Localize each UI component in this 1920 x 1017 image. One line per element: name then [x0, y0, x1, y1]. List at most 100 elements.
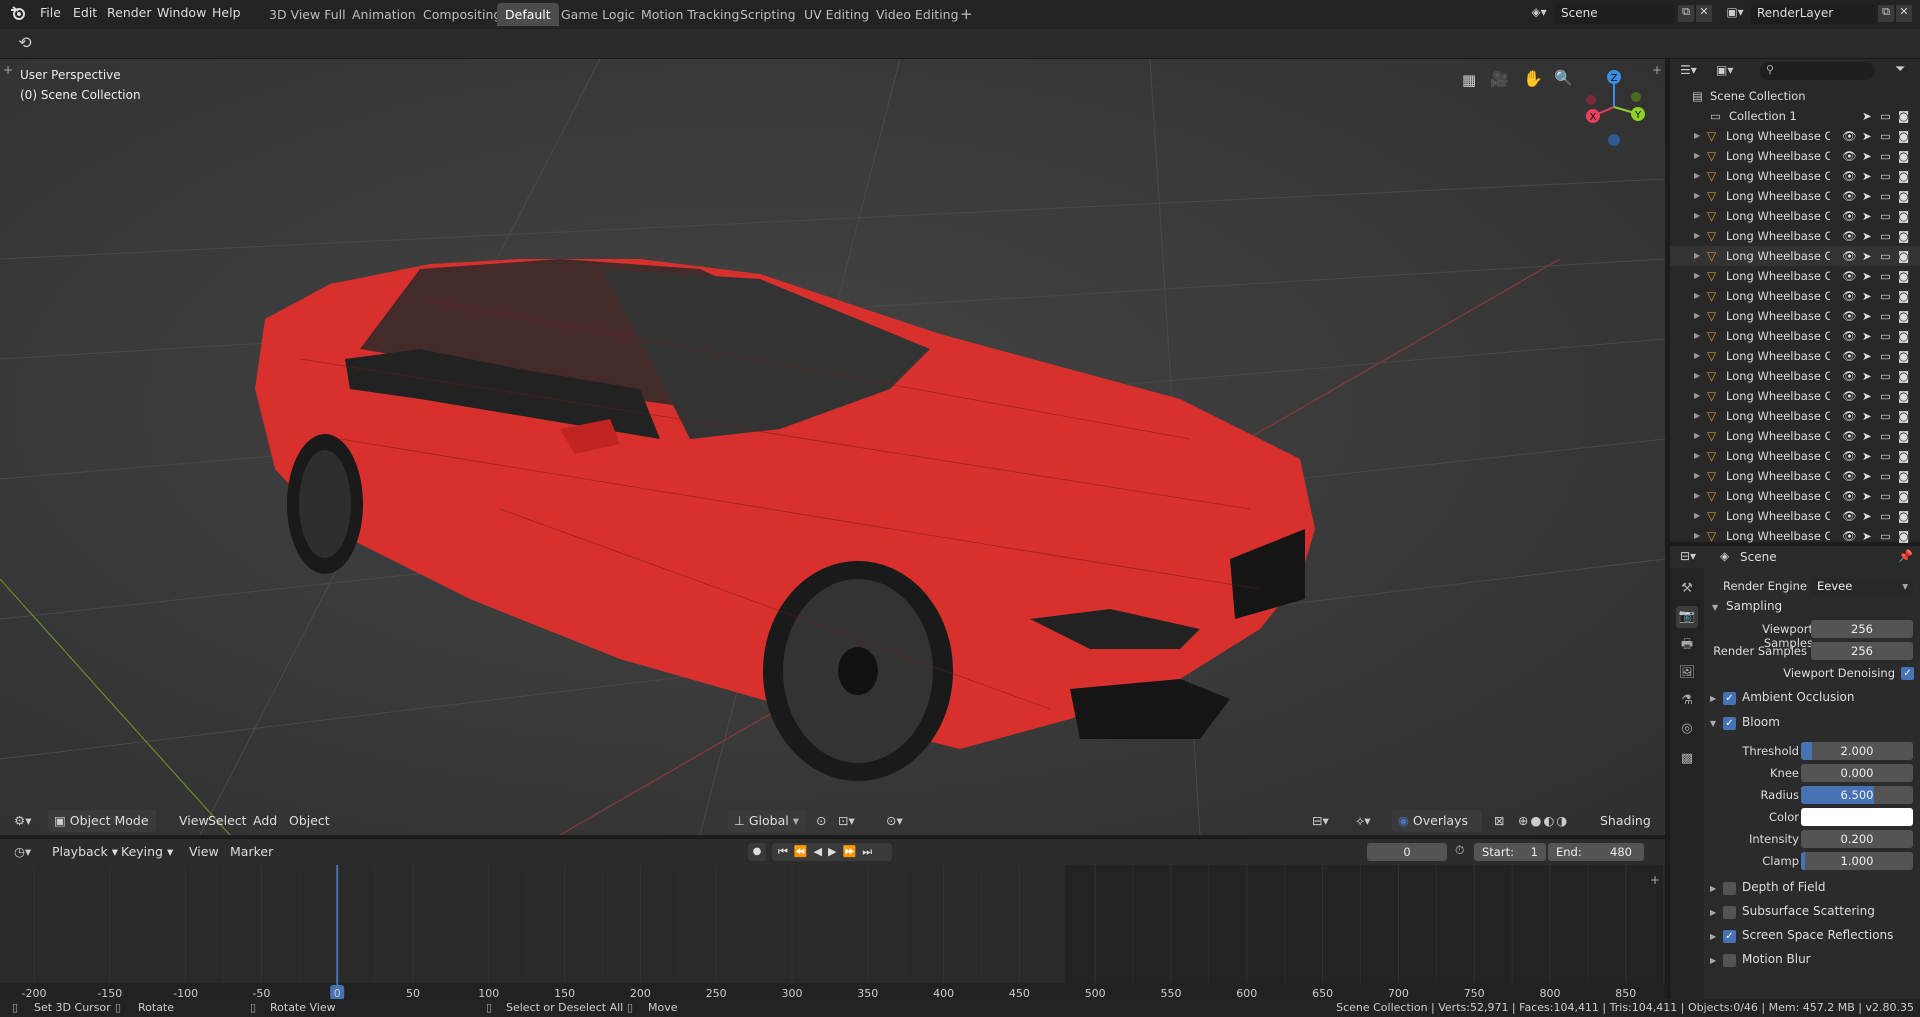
monitor-icon[interactable]: ▭ — [1880, 206, 1891, 226]
select-arrow-icon[interactable]: ➤ — [1862, 426, 1872, 446]
sampling-expand-icon[interactable]: ▼ — [1712, 603, 1718, 612]
motion-blur-header[interactable]: Motion Blur — [1742, 952, 1811, 966]
eye-icon[interactable]: 👁 — [1842, 506, 1857, 526]
viewport-edge-plus-icon[interactable]: + — [1652, 63, 1662, 77]
select-arrow-icon[interactable]: ➤ — [1862, 206, 1872, 226]
expand-arrow-icon[interactable]: ▶ — [1694, 226, 1700, 246]
select-arrow-icon[interactable]: ➤ — [1862, 286, 1872, 306]
camera-icon[interactable]: ◙ — [1898, 226, 1909, 246]
outliner-row-object[interactable]: ▶▽Long Wheelbase Car👁➤▭◙ — [1670, 366, 1920, 386]
subsurface-checkbox[interactable] — [1723, 906, 1736, 919]
outliner-row-object[interactable]: ▶▽Long Wheelbase Car👁➤▭◙ — [1670, 226, 1920, 246]
monitor-icon[interactable]: ▭ — [1880, 446, 1891, 466]
outliner-row-object[interactable]: ▶▽Long Wheelbase Car👁➤▭◙ — [1670, 146, 1920, 166]
camera-icon[interactable]: ◙ — [1898, 386, 1909, 406]
3d-viewport[interactable]: User Perspective (0) Scene Collection ▦ … — [0, 59, 1665, 835]
eye-icon[interactable]: 👁 — [1842, 486, 1857, 506]
camera-icon[interactable]: ◙ — [1898, 446, 1909, 466]
select-arrow-icon[interactable]: ➤ — [1862, 346, 1872, 366]
shading-menu[interactable]: Shading ▾ — [1594, 810, 1665, 850]
expand-arrow-icon[interactable]: ▶ — [1694, 366, 1700, 386]
camera-icon[interactable]: ◙ — [1898, 106, 1909, 126]
bloom-header[interactable]: Bloom — [1742, 715, 1780, 729]
camera-icon[interactable]: ◙ — [1898, 306, 1909, 326]
eye-icon[interactable]: 👁 — [1842, 526, 1857, 546]
outliner-display-mode-icon[interactable]: ☰▾ — [1680, 63, 1697, 77]
eye-icon[interactable]: 👁 — [1842, 326, 1857, 346]
camera-icon[interactable]: ◙ — [1898, 526, 1909, 546]
view-layer-tab-icon[interactable]: 🖼 — [1676, 662, 1698, 684]
select-arrow-icon[interactable]: ➤ — [1862, 226, 1872, 246]
menu-object[interactable]: Object — [283, 810, 336, 832]
expand-arrow-icon[interactable]: ▶ — [1694, 506, 1700, 526]
menu-marker[interactable]: Marker — [224, 841, 279, 863]
eye-icon[interactable]: 👁 — [1842, 226, 1857, 246]
camera-icon[interactable]: ◙ — [1898, 326, 1909, 346]
render-layer-field[interactable]: RenderLayer — [1751, 4, 1876, 24]
camera-icon[interactable]: ◙ — [1898, 126, 1909, 146]
monitor-icon[interactable]: ▭ — [1880, 506, 1891, 526]
bloom-expand-icon[interactable]: ▼ — [1710, 719, 1716, 728]
expand-arrow-icon[interactable]: ▶ — [1694, 306, 1700, 326]
menu-render[interactable]: Render — [107, 5, 152, 20]
snap-icon[interactable]: ⊡▾ — [832, 810, 861, 832]
ssr-checkbox[interactable]: ✓ — [1723, 930, 1736, 943]
texture-tab-icon[interactable]: ▩ — [1676, 748, 1698, 770]
menu-edit[interactable]: Edit — [73, 5, 97, 20]
expand-arrow-icon[interactable]: ▶ — [1694, 146, 1700, 166]
timeline-area[interactable]: -200 -150 -100 -50 0 50 100 150 200 250 300 350 400 4… — [0, 865, 1665, 1002]
menu-timeline-view[interactable]: View — [183, 841, 225, 863]
orientation-selector[interactable]: ⊥ Global ▾ — [728, 810, 806, 832]
outliner-row-scene-collection[interactable]: ▤ Scene Collection — [1670, 86, 1920, 106]
select-arrow-icon[interactable]: ➤ — [1862, 246, 1872, 266]
tab-motion-tracking[interactable]: Motion Tracking — [633, 3, 747, 26]
outliner-row-object[interactable]: ▶▽Long Wheelbase Car👁➤▭◙ — [1670, 266, 1920, 286]
viewport-denoising-checkbox[interactable]: ✓ — [1901, 667, 1914, 680]
select-arrow-icon[interactable]: ➤ — [1862, 526, 1872, 546]
transform-tool-icon[interactable]: ⟲ — [13, 33, 37, 55]
select-arrow-icon[interactable]: ➤ — [1862, 266, 1872, 286]
monitor-icon[interactable]: ▭ — [1880, 326, 1891, 346]
camera-icon[interactable]: ◙ — [1898, 406, 1909, 426]
outliner-row-object[interactable]: ▶▽Long Wheelbase Car👁➤▭◙ — [1670, 126, 1920, 146]
camera-icon[interactable]: ◙ — [1898, 426, 1909, 446]
render-layer-icon[interactable]: ▣▾ — [1722, 5, 1748, 19]
expand-arrow-icon[interactable]: ▶ — [1694, 406, 1700, 426]
monitor-icon[interactable]: ▭ — [1880, 106, 1891, 126]
expand-arrow-icon[interactable]: ▶ — [1694, 426, 1700, 446]
eye-icon[interactable]: 👁 — [1842, 386, 1857, 406]
scene-icon[interactable]: ◈▾ — [1526, 5, 1552, 19]
render-tab-icon[interactable]: 📷 — [1676, 606, 1698, 628]
expand-arrow-icon[interactable]: ▶ — [1694, 286, 1700, 306]
proportional-edit-icon[interactable]: ⊙▾ — [880, 810, 909, 832]
blender-logo-icon[interactable] — [8, 4, 28, 24]
eye-icon[interactable]: 👁 — [1842, 126, 1857, 146]
monitor-icon[interactable]: ▭ — [1880, 166, 1891, 186]
output-tab-icon[interactable]: 🖶 — [1676, 634, 1698, 656]
select-arrow-icon[interactable]: ➤ — [1862, 386, 1872, 406]
outliner-row-object[interactable]: ▶▽Long Wheelbase Car👁➤▭◙ — [1670, 206, 1920, 226]
monitor-icon[interactable]: ▭ — [1880, 426, 1891, 446]
motion-blur-checkbox[interactable] — [1723, 954, 1736, 967]
ssr-expand-icon[interactable]: ▶ — [1710, 932, 1716, 941]
select-arrow-icon[interactable]: ➤ — [1862, 146, 1872, 166]
ambient-occlusion-header[interactable]: Ambient Occlusion — [1742, 690, 1854, 704]
monitor-icon[interactable]: ▭ — [1880, 346, 1891, 366]
outliner-row-collection[interactable]: ▭ Collection 1 ➤ ▭ ◙ — [1670, 106, 1920, 126]
camera-icon[interactable]: ◙ — [1898, 506, 1909, 526]
outliner-row-object[interactable]: ▶▽Long Wheelbase Car👁➤▭◙ — [1670, 406, 1920, 426]
eye-icon[interactable]: 👁 — [1842, 286, 1857, 306]
menu-keying[interactable]: Keying ▾ — [115, 841, 179, 863]
zoom-icon[interactable]: 🔍 — [1554, 69, 1573, 87]
car-model[interactable] — [255, 259, 1315, 781]
camera-icon[interactable]: ◙ — [1898, 346, 1909, 366]
end-frame-field[interactable]: End: 480 — [1548, 843, 1644, 861]
eye-icon[interactable]: 👁 — [1842, 186, 1857, 206]
monitor-icon[interactable]: ▭ — [1880, 366, 1891, 386]
monitor-icon[interactable]: ▭ — [1880, 286, 1891, 306]
current-frame-field[interactable]: 0 — [1367, 843, 1447, 861]
eye-icon[interactable]: 👁 — [1842, 446, 1857, 466]
monitor-icon[interactable]: ▭ — [1880, 466, 1891, 486]
outliner-row-object[interactable]: ▶▽Long Wheelbase Car👁➤▭◙ — [1670, 466, 1920, 486]
camera-icon[interactable]: ◙ — [1898, 246, 1909, 266]
